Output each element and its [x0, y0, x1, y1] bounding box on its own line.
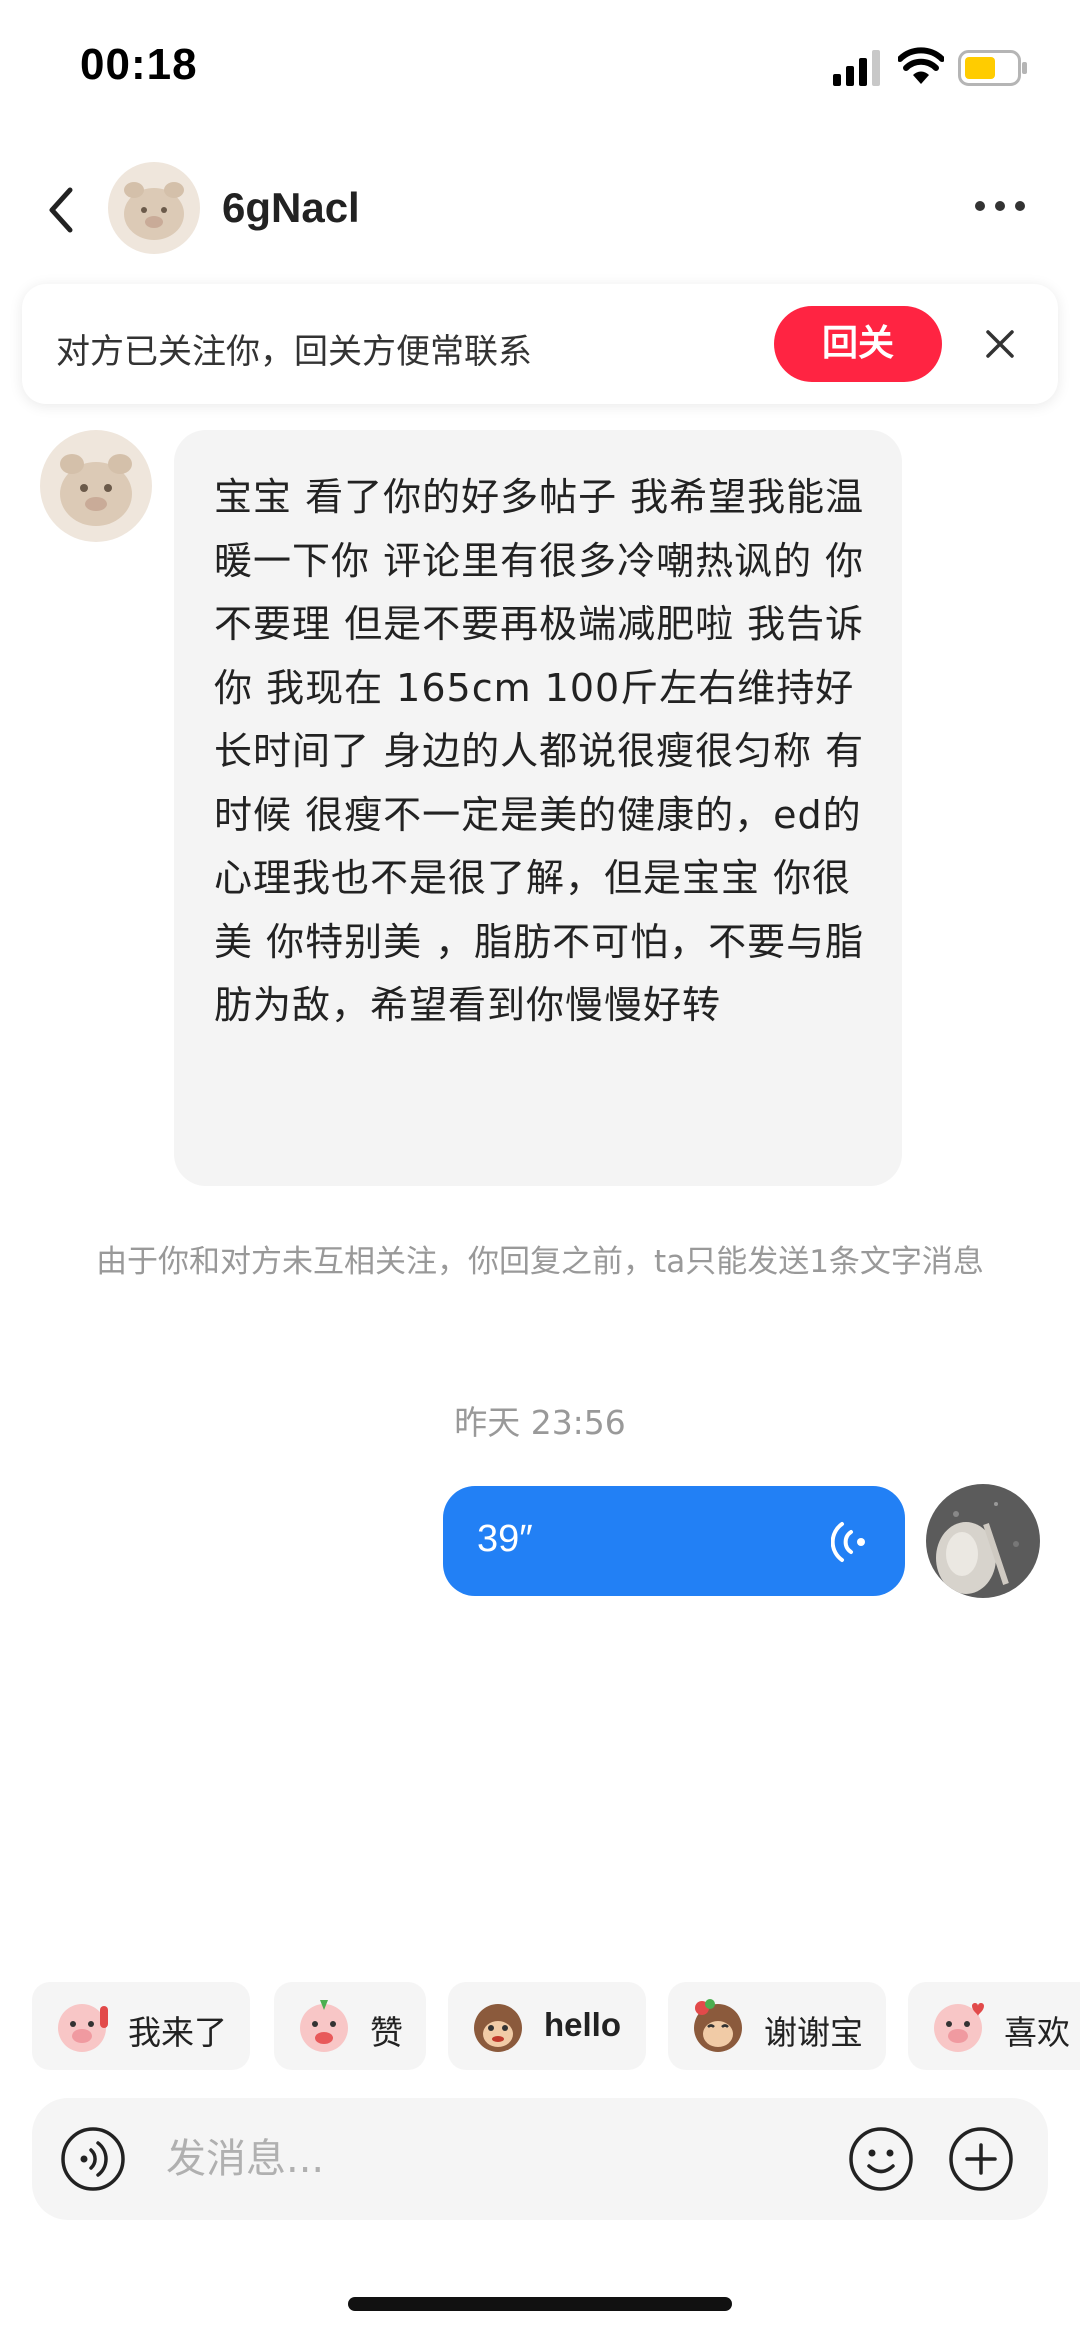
home-indicator[interactable] — [348, 2297, 732, 2311]
my-avatar[interactable] — [926, 1484, 1040, 1598]
plus-circle-icon[interactable] — [948, 2126, 1014, 2192]
monkey-hello-emoji-icon — [474, 2004, 522, 2052]
status-bar: 00:18 — [0, 0, 1080, 140]
follow-back-banner: 对方已关注你，回关方便常联系 回关 — [22, 284, 1058, 404]
voice-message-bubble[interactable]: 39″ — [443, 1486, 905, 1596]
follow-banner-text: 对方已关注你，回关方便常联系 — [56, 332, 532, 372]
quick-reply-label: 我来了 — [128, 2013, 227, 2052]
smiley-icon[interactable] — [848, 2126, 914, 2192]
follow-back-button[interactable]: 回关 — [774, 306, 942, 382]
quick-reply-bar: 我来了 赞 hello 谢谢宝 喜欢 — [0, 1982, 1080, 2072]
quick-reply-label: 赞 — [370, 2013, 403, 2052]
chevron-left-icon[interactable] — [40, 184, 84, 236]
chat-header: 6gNacl — [0, 150, 1080, 270]
voice-input-icon[interactable] — [60, 2126, 126, 2192]
quick-reply-label: hello — [544, 2006, 622, 2043]
battery-icon — [958, 50, 1027, 86]
pig-heart-emoji-icon — [934, 2003, 984, 2052]
pig-avatar-icon — [108, 162, 200, 254]
sender-avatar[interactable] — [40, 430, 152, 542]
cellular-signal-icon — [833, 50, 880, 86]
incoming-message-bubble[interactable]: 宝宝 看了你的好多帖子 我希望我能温暖一下你 评论里有很多冷嘲热讽的 你不要理 … — [174, 430, 902, 1186]
quick-reply-label: 谢谢宝 — [764, 2013, 863, 2052]
voice-duration: 39″ — [477, 1518, 533, 1560]
message-input-bar — [32, 2098, 1048, 2220]
ellipsis-icon[interactable] — [972, 194, 1028, 218]
close-icon[interactable] — [982, 326, 1018, 362]
incoming-message-text: 宝宝 看了你的好多帖子 我希望我能温暖一下你 评论里有很多冷嘲热讽的 你不要理 … — [214, 475, 865, 1027]
monkey-thanks-emoji-icon — [694, 1999, 742, 2052]
voice-wave-icon — [831, 1522, 865, 1562]
pig-thumbs-up-emoji-icon — [300, 2000, 348, 2052]
wifi-icon — [898, 47, 944, 84]
user-photo-avatar-icon — [926, 1484, 1040, 1598]
quick-reply-chip[interactable]: hello — [448, 1982, 646, 2070]
quick-reply-chip[interactable]: 我来了 — [32, 1982, 250, 2070]
quick-reply-chip[interactable]: 喜欢 — [908, 1982, 1080, 2070]
contact-name: 6gNacl — [222, 184, 360, 231]
quick-reply-label: 喜欢 — [1004, 2013, 1070, 2052]
status-time: 00:18 — [80, 40, 198, 89]
pig-wave-emoji-icon — [58, 2004, 108, 2052]
message-input[interactable] — [166, 2118, 726, 2200]
quick-reply-chip[interactable]: 谢谢宝 — [668, 1982, 886, 2070]
message-timestamp: 昨天 23:56 — [454, 1403, 626, 1442]
contact-avatar[interactable] — [108, 162, 200, 254]
pig-avatar-icon — [40, 430, 152, 542]
system-notice: 由于你和对方未互相关注，你回复之前，ta只能发送1条文字消息 — [96, 1244, 984, 1280]
quick-reply-chip[interactable]: 赞 — [274, 1982, 426, 2070]
